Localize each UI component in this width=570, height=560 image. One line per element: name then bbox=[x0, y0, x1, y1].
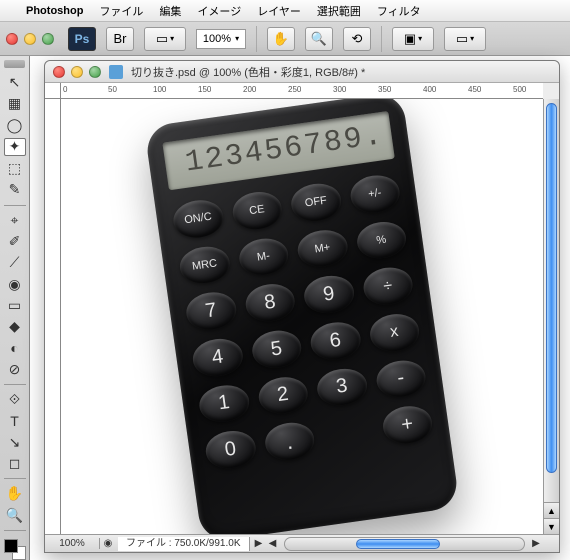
zoom-button[interactable] bbox=[42, 33, 54, 45]
calc-key-onc: ON/C bbox=[171, 197, 225, 240]
vscroll-down[interactable]: ▼ bbox=[544, 518, 559, 534]
menu-filter[interactable]: フィルタ bbox=[377, 3, 421, 19]
menu-edit[interactable]: 編集 bbox=[159, 3, 181, 19]
os-menubar: Photoshop ファイル 編集 イメージ レイヤー 選択範囲 フィルタ bbox=[0, 0, 570, 22]
brush-tool[interactable]: ✐ bbox=[4, 233, 26, 250]
calc-key-mrc: MRC bbox=[178, 243, 232, 286]
calc-key-sign: +/- bbox=[348, 172, 402, 215]
tool-separator bbox=[4, 205, 26, 206]
dodge-tool[interactable]: ⊘ bbox=[4, 361, 26, 378]
calc-key-3: 3 bbox=[315, 365, 369, 408]
calc-key-ce: CE bbox=[230, 188, 284, 231]
crop-tool[interactable]: ⬚ bbox=[4, 160, 26, 177]
calculator-image: 123456789. ON/CCEOFF+/- MRCM-M+% 789÷ 45… bbox=[144, 99, 460, 534]
calc-key-6: 6 bbox=[308, 319, 362, 362]
horizontal-ruler[interactable]: 0 50 100 150 200 250 300 350 400 450 500 bbox=[61, 83, 543, 99]
zoom-tool[interactable]: 🔍 bbox=[4, 507, 26, 524]
status-bar: 100% ◉ ファイル : 750.0K/991.0K ▶ ◀ ▶ bbox=[45, 534, 559, 552]
color-swatches[interactable] bbox=[4, 539, 26, 560]
status-fileinfo[interactable]: ファイル : 750.0K/991.0K bbox=[118, 537, 250, 551]
calc-key-2: 2 bbox=[256, 373, 310, 416]
arrange-icon: ▣ bbox=[404, 31, 416, 47]
menu-file[interactable]: ファイル bbox=[99, 3, 143, 19]
doc-layout-icon: ▭ bbox=[456, 31, 468, 47]
horizontal-scrollbar[interactable] bbox=[284, 537, 525, 551]
separator bbox=[381, 26, 382, 52]
calc-key-9: 9 bbox=[302, 273, 356, 316]
blur-tool[interactable]: ◐ bbox=[4, 339, 26, 356]
vertical-scrollbar[interactable]: ▲ ▼ bbox=[543, 99, 559, 534]
calc-key-div: ÷ bbox=[361, 264, 415, 307]
marquee-tool[interactable]: ▦ bbox=[4, 95, 26, 112]
ps-home-button[interactable]: Ps bbox=[68, 27, 96, 51]
calc-key-sub: - bbox=[374, 357, 428, 400]
pen-tool[interactable]: ⟐ bbox=[4, 391, 26, 408]
doc-minimize-button[interactable] bbox=[71, 66, 83, 78]
doc-zoom-button[interactable] bbox=[89, 66, 101, 78]
options-bar: Ps Br ▭▾ 100%▾ ✋ 🔍 ⟲ ▣▾ ▭▾ bbox=[0, 22, 570, 56]
bridge-button[interactable]: Br bbox=[106, 27, 134, 51]
menu-layer[interactable]: レイヤー bbox=[257, 3, 301, 19]
ruler-origin[interactable] bbox=[45, 83, 61, 99]
calc-key-mul: x bbox=[367, 311, 421, 354]
hscroll-right[interactable]: ▶ bbox=[529, 538, 543, 549]
status-zoom[interactable]: 100% bbox=[45, 538, 100, 549]
eraser-tool[interactable]: ▭ bbox=[4, 297, 26, 314]
arrange-button[interactable]: ▣▾ bbox=[392, 27, 434, 51]
doc-proxy-icon[interactable] bbox=[109, 65, 123, 79]
move-tool[interactable]: ↖ bbox=[4, 74, 26, 91]
calc-key-dot: . bbox=[262, 419, 316, 462]
magic-wand-tool[interactable]: ✦ bbox=[4, 138, 26, 156]
tool-separator bbox=[4, 530, 26, 531]
path-select-tool[interactable]: ↘ bbox=[4, 434, 26, 451]
optbar-traffic-lights bbox=[6, 33, 54, 45]
app-name-menu[interactable]: Photoshop bbox=[26, 5, 83, 17]
vscroll-thumb[interactable] bbox=[546, 103, 557, 473]
document-canvas[interactable]: 123456789. ON/CCEOFF+/- MRCM-M+% 789÷ 45… bbox=[61, 99, 543, 534]
hand-tool[interactable]: ✋ bbox=[4, 485, 26, 502]
screen-mode-icon: ▭ bbox=[156, 31, 168, 47]
screen-mode-button[interactable]: ▭▾ bbox=[144, 27, 186, 51]
healing-tool[interactable]: ⌖ bbox=[4, 212, 26, 229]
lasso-tool[interactable]: ◯ bbox=[4, 117, 26, 134]
calc-key-add: + bbox=[380, 403, 434, 446]
calc-key-mminus: M- bbox=[236, 235, 290, 278]
minimize-button[interactable] bbox=[24, 33, 36, 45]
hand-tool-button[interactable]: ✋ bbox=[267, 27, 295, 51]
status-arrow[interactable]: ▶ bbox=[252, 538, 266, 549]
calc-key-off: OFF bbox=[289, 180, 343, 223]
calc-key-mplus: M+ bbox=[295, 226, 349, 269]
calc-key-1: 1 bbox=[197, 382, 251, 425]
history-brush-tool[interactable]: ◉ bbox=[4, 276, 26, 293]
zoom-level-field[interactable]: 100%▾ bbox=[196, 29, 246, 49]
stamp-tool[interactable]: ⟋ bbox=[4, 254, 26, 271]
calc-key-percent: % bbox=[354, 218, 408, 261]
zoom-tool-button[interactable]: 🔍 bbox=[305, 27, 333, 51]
type-tool[interactable]: T bbox=[4, 412, 26, 429]
menu-select[interactable]: 選択範囲 bbox=[317, 3, 361, 19]
eyedropper-tool[interactable]: ✎ bbox=[4, 181, 26, 198]
vscroll-up[interactable]: ▲ bbox=[544, 502, 559, 518]
calc-key-8: 8 bbox=[243, 281, 297, 324]
gradient-tool[interactable]: ◆ bbox=[4, 318, 26, 335]
doc-titlebar[interactable]: 切り抜き.psd @ 100% (色相・彩度1, RGB/8#) * bbox=[45, 61, 559, 83]
close-button[interactable] bbox=[6, 33, 18, 45]
document-window: 切り抜き.psd @ 100% (色相・彩度1, RGB/8#) * 0 50 … bbox=[44, 60, 560, 553]
calc-key-7: 7 bbox=[184, 289, 238, 332]
doc-layout-button[interactable]: ▭▾ bbox=[444, 27, 486, 51]
menu-image[interactable]: イメージ bbox=[197, 3, 241, 19]
shape-tool[interactable]: ◻ bbox=[4, 455, 26, 472]
tool-separator bbox=[4, 478, 26, 479]
rotate-view-button[interactable]: ⟲ bbox=[343, 27, 371, 51]
doc-close-button[interactable] bbox=[53, 66, 65, 78]
calc-key-0: 0 bbox=[203, 428, 257, 471]
hscroll-thumb[interactable] bbox=[356, 539, 440, 549]
hscroll-left[interactable]: ◀ bbox=[266, 538, 280, 549]
separator bbox=[256, 26, 257, 52]
doc-title: 切り抜き.psd @ 100% (色相・彩度1, RGB/8#) * bbox=[131, 64, 365, 80]
tools-palette: ↖ ▦ ◯ ✦ ⬚ ✎ ⌖ ✐ ⟋ ◉ ▭ ◆ ◐ ⊘ ⟐ T ↘ ◻ ✋ 🔍 bbox=[0, 56, 30, 560]
calc-key-5: 5 bbox=[249, 327, 303, 370]
tool-separator bbox=[4, 384, 26, 385]
calc-key-4: 4 bbox=[190, 335, 244, 378]
